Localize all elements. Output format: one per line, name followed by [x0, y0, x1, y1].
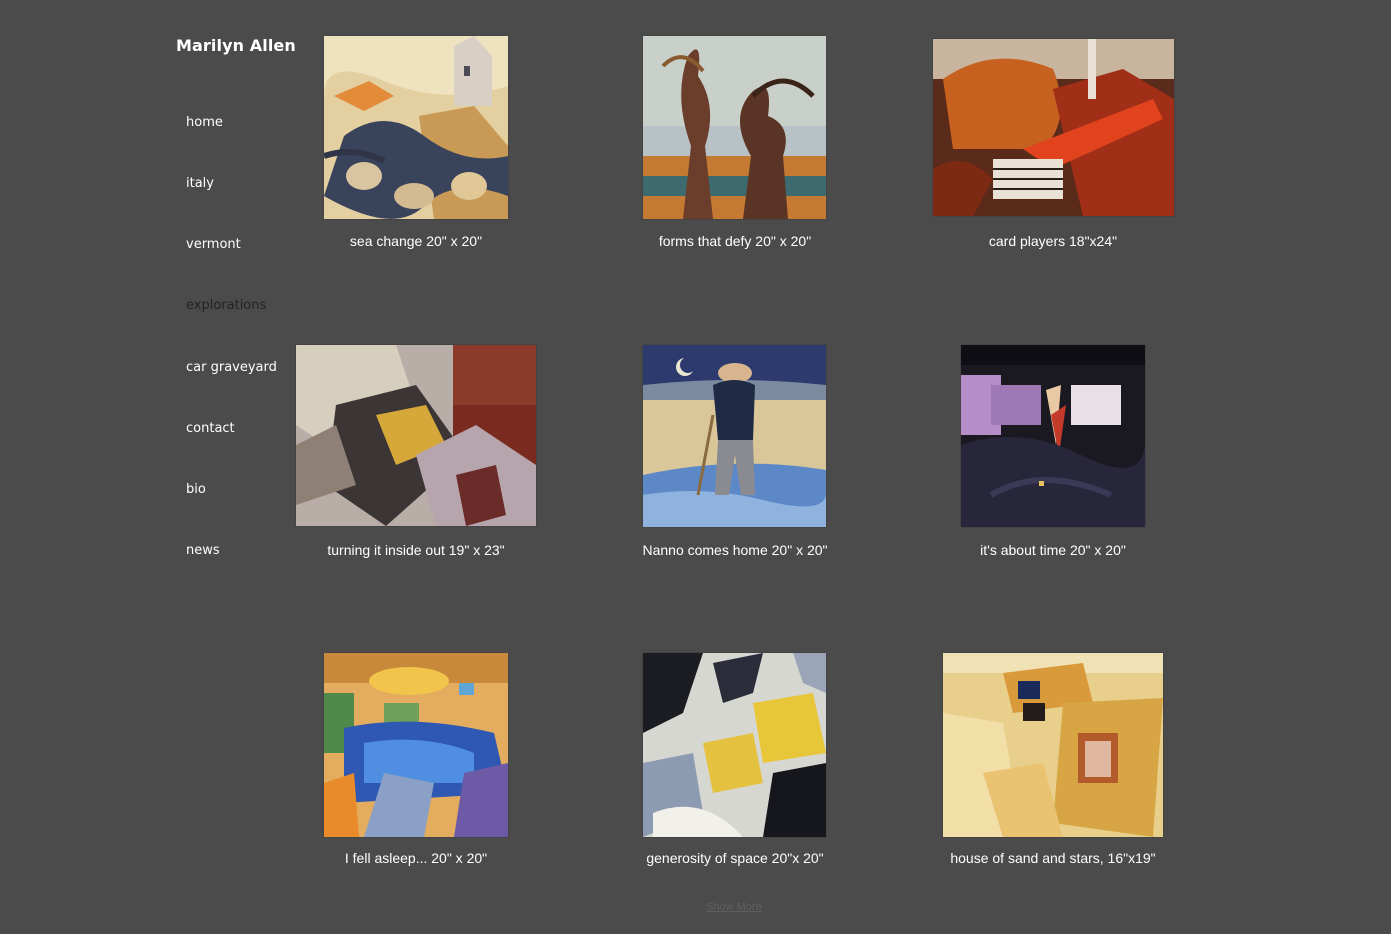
- painting-thumbnail[interactable]: [643, 345, 826, 527]
- painting-thumbnail[interactable]: [643, 653, 826, 837]
- painting-thumbnail[interactable]: [296, 345, 536, 526]
- painting-caption: I fell asleep... 20" x 20": [344, 850, 488, 866]
- painting-caption: sea change 20" x 20": [349, 233, 483, 249]
- painting-thumbnail[interactable]: [324, 36, 508, 219]
- painting-caption: generosity of space 20"x 20": [646, 850, 824, 866]
- nav-item-explorations[interactable]: explorations: [186, 298, 266, 313]
- nav-item-contact[interactable]: contact: [186, 421, 235, 436]
- painting-thumbnail[interactable]: [961, 345, 1145, 527]
- painting-caption: it's about time 20" x 20": [980, 542, 1126, 558]
- nav-item-home[interactable]: home: [186, 115, 223, 130]
- show-more-link[interactable]: Show More: [706, 901, 762, 913]
- painting-caption: turning it inside out 19" x 23": [327, 542, 505, 558]
- painting-thumbnail[interactable]: [933, 39, 1174, 216]
- nav-item-news[interactable]: news: [186, 543, 220, 558]
- painting-thumbnail[interactable]: [643, 36, 826, 219]
- site-title[interactable]: Marilyn Allen: [176, 36, 296, 55]
- nav-item-italy[interactable]: italy: [186, 176, 214, 191]
- nav-item-vermont[interactable]: vermont: [186, 237, 241, 252]
- painting-caption: forms that defy 20" x 20": [658, 233, 812, 249]
- painting-thumbnail[interactable]: [324, 653, 508, 837]
- painting-caption: house of sand and stars, 16"x19": [950, 850, 1156, 866]
- painting-thumbnail[interactable]: [943, 653, 1163, 837]
- painting-caption: card players 18"x24": [988, 233, 1118, 249]
- nav-item-bio[interactable]: bio: [186, 482, 206, 497]
- nav-item-car-graveyard[interactable]: car graveyard: [186, 360, 277, 375]
- painting-caption: Nanno comes home 20" x 20": [642, 542, 828, 558]
